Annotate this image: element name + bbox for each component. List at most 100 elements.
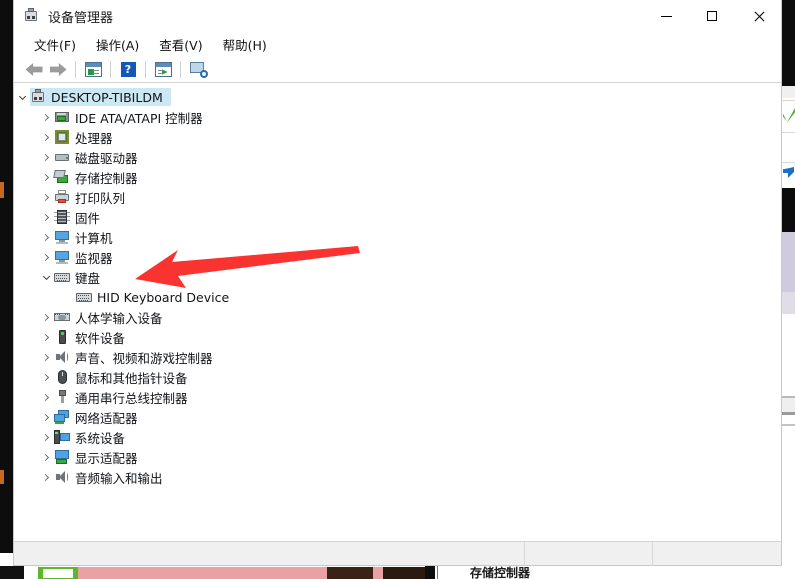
- menubar: 文件(F) 操作(A) 查看(V) 帮助(H): [14, 32, 781, 57]
- tree-node-content[interactable]: 固件: [54, 208, 108, 226]
- tree-node-content[interactable]: 打印队列: [54, 188, 133, 206]
- tree-node-content[interactable]: IDE ATA/ATAPI 控制器: [54, 108, 211, 126]
- statusbar-segment-main: [14, 541, 525, 566]
- tree-node[interactable]: 音频输入和输出: [14, 467, 781, 487]
- tree-node-content[interactable]: 计算机: [54, 228, 121, 246]
- window-titlebar[interactable]: 设备管理器: [14, 0, 781, 32]
- statusbar: [14, 541, 781, 566]
- tree-node[interactable]: 键盘: [14, 267, 781, 287]
- toolbar-help[interactable]: ?: [116, 59, 140, 81]
- display-adapter-icon: [54, 449, 70, 465]
- chevron-right-icon[interactable]: [38, 229, 54, 245]
- toolbar-separator-1: [75, 61, 76, 78]
- tree-node[interactable]: 网络适配器: [14, 407, 781, 427]
- system-device-icon: [54, 429, 70, 445]
- tree-node-content[interactable]: 监视器: [54, 248, 121, 266]
- tree-node-content[interactable]: 系统设备: [54, 428, 133, 446]
- tree-node-content[interactable]: 磁盘驱动器: [54, 148, 146, 166]
- menu-action[interactable]: 操作(A): [86, 32, 149, 58]
- tree-node[interactable]: 磁盘驱动器: [14, 147, 781, 167]
- bg-bottom-dark-3: [425, 566, 435, 579]
- tree-node[interactable]: 软件设备: [14, 327, 781, 347]
- toolbar-properties[interactable]: [81, 59, 105, 81]
- chevron-down-icon[interactable]: [38, 269, 54, 285]
- monitor-icon: [54, 249, 70, 265]
- tree-node-content[interactable]: 人体学输入设备: [54, 308, 171, 326]
- tree-node-content[interactable]: 网络适配器: [54, 408, 146, 426]
- tree-node[interactable]: 显示适配器: [14, 447, 781, 467]
- back-arrow-icon: [25, 63, 43, 76]
- tree-node[interactable]: 处理器: [14, 127, 781, 147]
- tree-node[interactable]: IDE ATA/ATAPI 控制器: [14, 107, 781, 127]
- bg-bottom-separator: [437, 566, 438, 579]
- tree-node[interactable]: 人体学输入设备: [14, 307, 781, 327]
- chevron-right-icon[interactable]: [38, 249, 54, 265]
- tree-node-content[interactable]: 通用串行总线控制器: [54, 388, 196, 406]
- background-right-divider-6: [782, 424, 795, 426]
- tree-node-content[interactable]: 软件设备: [54, 328, 133, 346]
- chevron-right-icon[interactable]: [38, 329, 54, 345]
- tree-node[interactable]: 声音、视频和游戏控制器: [14, 347, 781, 367]
- maximize-button[interactable]: [689, 0, 735, 32]
- toolbar-back[interactable]: [22, 59, 46, 81]
- chevron-right-icon[interactable]: [38, 369, 54, 385]
- toolbar-forward[interactable]: [46, 59, 70, 81]
- tree-node-content[interactable]: 音频输入和输出: [54, 468, 171, 486]
- tree-node[interactable]: HID Keyboard Device: [14, 287, 781, 307]
- chevron-right-icon[interactable]: [38, 129, 54, 145]
- minimize-button[interactable]: [643, 0, 689, 32]
- tree-node-content[interactable]: 处理器: [54, 128, 121, 146]
- human-interface-device-icon: [54, 309, 70, 325]
- tree-node-label: 通用串行总线控制器: [75, 390, 188, 406]
- device-tree[interactable]: DESKTOP-TIBILDM IDE ATA/ATAPI 控制器 处理器磁盘驱动器…: [14, 83, 781, 541]
- background-right-strip: [782, 86, 795, 98]
- tree-node-content[interactable]: 显示适配器: [54, 448, 146, 466]
- menu-file[interactable]: 文件(F): [24, 32, 86, 58]
- menu-view[interactable]: 查看(V): [149, 32, 212, 58]
- menu-help[interactable]: 帮助(H): [213, 32, 277, 58]
- tree-node[interactable]: 通用串行总线控制器: [14, 387, 781, 407]
- chevron-right-icon[interactable]: [38, 429, 54, 445]
- tree-node-content[interactable]: HID Keyboard Device: [76, 288, 237, 306]
- print-queue-icon: [54, 189, 70, 205]
- window-title: 设备管理器: [48, 10, 114, 26]
- chevron-right-icon[interactable]: [38, 169, 54, 185]
- background-right-divider-5: [782, 412, 795, 415]
- chevron-right-icon[interactable]: [38, 389, 54, 405]
- tree-node-content[interactable]: 键盘: [54, 268, 108, 286]
- background-app-bottom-strip: 存储控制器: [0, 566, 795, 579]
- chevron-right-icon[interactable]: [38, 469, 54, 485]
- tree-node[interactable]: 打印队列: [14, 187, 781, 207]
- tree-node[interactable]: 计算机: [14, 227, 781, 247]
- hid-keyboard-icon: [76, 289, 92, 305]
- tree-node-content[interactable]: 声音、视频和游戏控制器: [54, 348, 221, 366]
- tree-node[interactable]: 固件: [14, 207, 781, 227]
- close-button[interactable]: [735, 0, 781, 32]
- chevron-right-icon[interactable]: [38, 349, 54, 365]
- tree-node[interactable]: 监视器: [14, 247, 781, 267]
- computer-icon: [30, 89, 46, 105]
- tree-node-content[interactable]: 鼠标和其他指针设备: [54, 368, 196, 386]
- bg-bottom-green-badge-inner: [43, 569, 73, 578]
- toolbar-update-driver[interactable]: [151, 59, 175, 81]
- tree-root-node[interactable]: DESKTOP-TIBILDM: [14, 87, 781, 107]
- tree-node-content[interactable]: DESKTOP-TIBILDM: [30, 88, 171, 106]
- tree-node[interactable]: 系统设备: [14, 427, 781, 447]
- chevron-right-icon[interactable]: [38, 209, 54, 225]
- tree-node-label: 软件设备: [75, 330, 126, 346]
- tree-node-label: 存储控制器: [75, 170, 138, 186]
- chevron-right-icon[interactable]: [38, 189, 54, 205]
- tree-node[interactable]: 存储控制器: [14, 167, 781, 187]
- tree-node-content[interactable]: 存储控制器: [53, 168, 146, 186]
- bg-bottom-brown-1: [327, 567, 373, 579]
- chevron-down-icon[interactable]: [14, 89, 30, 105]
- background-left-accent-1: [0, 182, 4, 198]
- toolbar-scan-hardware[interactable]: [186, 59, 210, 81]
- tree-node[interactable]: 鼠标和其他指针设备: [14, 367, 781, 387]
- toolbar-separator-4: [180, 61, 181, 78]
- chevron-right-icon[interactable]: [38, 149, 54, 165]
- chevron-right-icon[interactable]: [38, 109, 54, 125]
- chevron-right-icon[interactable]: [38, 409, 54, 425]
- chevron-right-icon[interactable]: [38, 449, 54, 465]
- chevron-right-icon[interactable]: [38, 309, 54, 325]
